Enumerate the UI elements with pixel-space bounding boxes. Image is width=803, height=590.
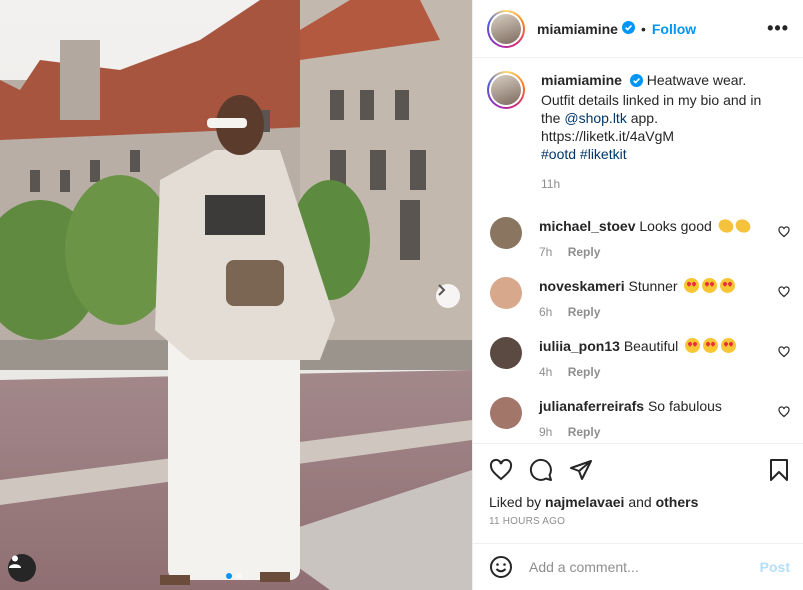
comment-item: julianaferreirafs So fabulous 9h Reply — [487, 397, 790, 441]
comment-like-heart-icon[interactable] — [778, 225, 790, 241]
post-header: miamiamine • Follow ••• — [473, 0, 803, 58]
caption-avatar[interactable] — [487, 71, 525, 109]
comment-avatar[interactable] — [490, 217, 522, 249]
comment-username[interactable]: julianaferreirafs — [539, 398, 644, 414]
comment-username[interactable]: iuliia_pon13 — [539, 338, 620, 354]
comment-avatar[interactable] — [490, 397, 522, 429]
add-comment-bar: Post — [473, 543, 803, 590]
comment-text: Looks good — [639, 218, 712, 234]
heart-eyes-emoji-icon — [702, 278, 718, 293]
comment-time: 7h — [539, 245, 553, 259]
comment-like-heart-icon[interactable] — [778, 285, 790, 301]
carousel-indicator — [226, 573, 242, 579]
bookmark-icon[interactable] — [768, 458, 790, 482]
reply-button[interactable]: Reply — [568, 245, 601, 259]
post-sidebar: miamiamine • Follow ••• miamiamine Heatw… — [472, 0, 803, 590]
comment-time: 6h — [539, 305, 553, 319]
comment-item: michael_stoev Looks good 7h Reply — [487, 217, 790, 261]
comment-username[interactable]: michael_stoev — [539, 218, 636, 234]
liked-by-others[interactable]: others — [656, 494, 699, 510]
reply-button[interactable]: Reply — [568, 365, 601, 379]
post-comment-button[interactable]: Post — [760, 559, 790, 575]
heart-eyes-emoji-icon — [720, 278, 736, 293]
comment-time: 9h — [539, 425, 553, 439]
comment-text: Stunner — [628, 278, 678, 294]
heart-eyes-emoji-icon — [703, 338, 719, 353]
comment-like-heart-icon[interactable] — [778, 345, 790, 361]
heart-eyes-emoji-icon — [721, 338, 737, 353]
clap-emoji-icon — [716, 217, 735, 235]
comments-section[interactable]: miamiamine Heatwave wear. Outfit details… — [473, 59, 803, 443]
liked-by-prefix: Liked by — [489, 494, 542, 510]
caption-mention-link[interactable]: @shop.ltk — [564, 110, 626, 126]
verified-badge-icon — [621, 20, 635, 37]
carousel-dot — [236, 573, 242, 579]
liked-by-user[interactable]: najmelavaei — [545, 494, 624, 510]
verified-badge-icon — [629, 73, 643, 91]
likes-summary: Liked by najmelavaei and others — [489, 494, 790, 510]
photo-illustration — [0, 0, 472, 590]
post-actions: Liked by najmelavaei and others 11 HOURS… — [473, 443, 803, 527]
comment-text: So fabulous — [647, 398, 722, 414]
reply-button[interactable]: Reply — [568, 305, 601, 319]
more-options-icon[interactable]: ••• — [767, 18, 789, 39]
comment-avatar[interactable] — [490, 337, 522, 369]
caption-hashtags[interactable]: #ootd #liketkit — [541, 145, 781, 163]
avatar[interactable] — [487, 9, 525, 48]
caption-time: 11h — [541, 177, 561, 191]
emoji-icon[interactable] — [489, 555, 513, 579]
post-photo[interactable] — [0, 0, 472, 590]
liked-by-and: and — [628, 494, 652, 510]
comment-text: Beautiful — [623, 338, 679, 354]
comment-input[interactable] — [529, 559, 760, 575]
heart-icon[interactable] — [489, 458, 513, 482]
author-username[interactable]: miamiamine — [537, 21, 618, 37]
heart-eyes-emoji-icon — [685, 338, 701, 353]
separator-dot: • — [640, 20, 646, 37]
clap-emoji-icon — [733, 217, 752, 235]
comment-item: noveskameri Stunner 6h Reply — [487, 277, 790, 321]
caption-username[interactable]: miamiamine — [541, 72, 622, 88]
heart-eyes-emoji-icon — [684, 278, 700, 293]
comment-avatar[interactable] — [490, 277, 522, 309]
carousel-dot-active — [226, 573, 232, 579]
follow-button[interactable]: Follow — [652, 21, 696, 37]
tagged-users-button[interactable] — [8, 554, 36, 582]
comment-time: 4h — [539, 365, 553, 379]
comment-icon[interactable] — [529, 458, 553, 482]
reply-button[interactable]: Reply — [568, 425, 601, 439]
comment-list: michael_stoev Looks good 7h Reply novesk… — [487, 217, 790, 441]
comment-username[interactable]: noveskameri — [539, 278, 625, 294]
share-icon[interactable] — [569, 458, 593, 482]
next-photo-button[interactable] — [436, 284, 460, 308]
post-caption: miamiamine Heatwave wear. Outfit details… — [487, 71, 790, 193]
post-timestamp: 11 HOURS AGO — [489, 516, 566, 527]
comment-item: iuliia_pon13 Beautiful 4h Reply — [487, 337, 790, 381]
comment-like-heart-icon[interactable] — [778, 405, 790, 421]
